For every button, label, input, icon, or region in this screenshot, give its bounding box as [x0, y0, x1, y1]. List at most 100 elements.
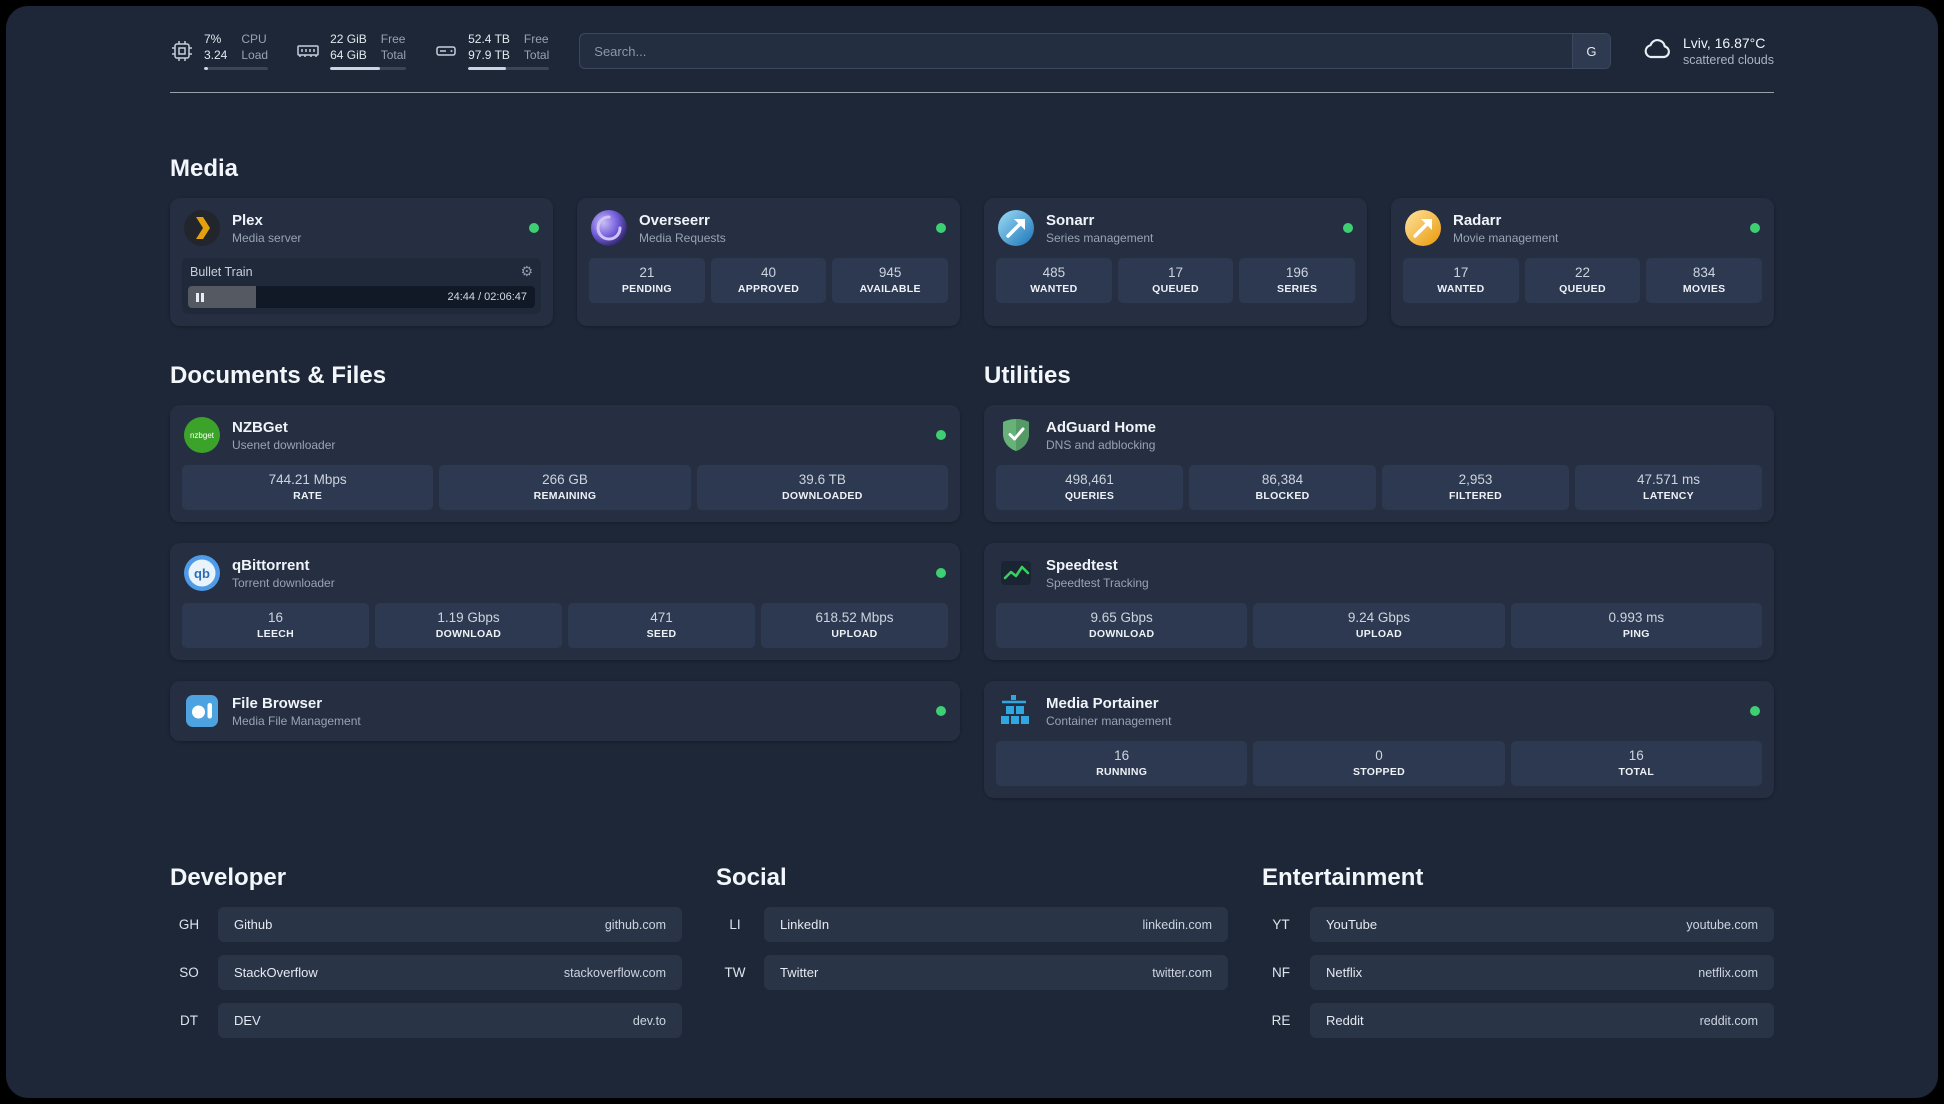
stat-tile: 945 AVAILABLE	[832, 258, 949, 303]
service-title: qBittorrent	[232, 556, 310, 574]
stat-tile: 9.65 Gbps DOWNLOAD	[996, 603, 1248, 648]
service-card-adguard[interactable]: AdGuard Home DNS and adblocking 498,461 …	[984, 405, 1774, 522]
ram-total-label: Total	[380, 48, 407, 62]
cpu-monitor: 7% CPU 3.24 Load	[170, 32, 269, 70]
disk-free: 52.4 TB	[468, 32, 510, 46]
search-engine-button[interactable]: G	[1571, 34, 1610, 68]
status-dot	[936, 223, 946, 233]
service-subtitle: Torrent downloader	[232, 575, 335, 590]
stat-tile: 16 LEECH	[182, 603, 369, 648]
bookmark-domain: twitter.com	[1152, 965, 1212, 980]
bookmark-twitter[interactable]: TW Twitter twitter.com	[716, 955, 1228, 990]
system-monitors: 7% CPU 3.24 Load 22 GiB Free 64 GiB Tota…	[170, 32, 550, 70]
bookmark-domain: stackoverflow.com	[563, 965, 666, 980]
bookmark-domain: dev.to	[632, 1013, 666, 1028]
section-title-utilities: Utilities	[984, 362, 1071, 389]
stat-tile: 21 PENDING	[589, 258, 705, 303]
service-title: Media Portainer	[1046, 694, 1159, 712]
pause-icon[interactable]	[196, 292, 204, 302]
disk-monitor: 52.4 TB Free 97.9 TB Total	[434, 32, 550, 70]
bookmark-netflix[interactable]: NF Netflix netflix.com	[1262, 955, 1774, 990]
bookmark-github[interactable]: GH Github github.com	[170, 907, 682, 942]
bookmark-domain: netflix.com	[1698, 965, 1758, 980]
stat-tile: 86,384 BLOCKED	[1189, 465, 1376, 510]
service-card-overseerr[interactable]: Overseerr Media Requests 21 PENDING 40 A…	[577, 198, 960, 326]
stat-tile: 498,461 QUERIES	[996, 465, 1183, 510]
bookmark-linkedin[interactable]: LI LinkedIn linkedin.com	[716, 907, 1228, 942]
now-playing-track: Bullet Train	[190, 264, 253, 279]
service-title: Sonarr	[1046, 211, 1095, 229]
bookmark-name: Netflix	[1326, 965, 1363, 980]
nzbget-icon: nzbget	[184, 417, 220, 453]
service-subtitle: Usenet downloader	[232, 437, 336, 452]
ram-stats: 22 GiB Free 64 GiB Total	[330, 32, 407, 70]
section-title-developer: Developer	[170, 864, 287, 891]
section-social: Social LI LinkedIn linkedin.com TW Twitt…	[716, 864, 1228, 1038]
bookmark-stackoverflow[interactable]: SO StackOverflow stackoverflow.com	[170, 955, 682, 990]
section-title-social: Social	[716, 864, 787, 891]
stat-tile: 196 SERIES	[1239, 258, 1356, 303]
ram-icon	[296, 39, 320, 63]
cpu-percent: 7%	[204, 32, 222, 46]
bookmark-reddit[interactable]: RE Reddit reddit.com	[1262, 1003, 1774, 1038]
bookmark-youtube[interactable]: YT YouTube youtube.com	[1262, 907, 1774, 942]
bookmark-dev[interactable]: DT DEV dev.to	[170, 1003, 682, 1038]
service-card-radarr[interactable]: Radarr Movie management 17 WANTED 22 QUE…	[1391, 198, 1774, 326]
filebrowser-icon	[184, 693, 220, 729]
service-title: Plex	[232, 211, 263, 229]
radarr-icon	[1405, 210, 1441, 246]
status-dot	[1343, 223, 1353, 233]
bookmark-name: YouTube	[1326, 917, 1378, 932]
cpu-icon	[170, 39, 194, 63]
cloud-icon	[1641, 33, 1673, 70]
dashboard-page: 7% CPU 3.24 Load 22 GiB Free 64 GiB Tota…	[6, 6, 1938, 1098]
gear-icon[interactable]: ⚙	[520, 263, 533, 280]
stat-tile: 47.571 ms LATENCY	[1575, 465, 1762, 510]
stat-tile: 618.52 Mbps UPLOAD	[761, 603, 948, 648]
playback-progress-bar[interactable]: 24:44 / 02:06:47	[188, 286, 535, 308]
bookmark-abbr: RE	[1271, 1013, 1291, 1028]
ram-progress-bar	[330, 67, 407, 70]
playback-time: 24:44 / 02:06:47	[447, 291, 527, 303]
disk-total: 97.9 TB	[468, 48, 510, 62]
service-title: NZBGet	[232, 418, 288, 436]
stat-tile: 17 WANTED	[1403, 258, 1519, 303]
service-card-portainer[interactable]: Media Portainer Container management 16 …	[984, 681, 1774, 798]
bookmark-domain: github.com	[604, 917, 666, 932]
service-card-filebrowser[interactable]: File Browser Media File Management	[170, 681, 960, 741]
service-subtitle: Series management	[1046, 230, 1154, 245]
disk-progress-bar	[468, 67, 550, 70]
plex-icon	[184, 210, 220, 246]
service-title: Speedtest	[1046, 556, 1118, 574]
service-subtitle: Media server	[232, 230, 302, 245]
status-dot	[529, 223, 539, 233]
section-documents: Documents & Files nzbget NZBGet Usenet d…	[170, 362, 960, 741]
stat-tile: 16 RUNNING	[996, 741, 1248, 786]
service-card-plex[interactable]: Plex Media server Bullet Train ⚙ 24:44 /…	[170, 198, 553, 326]
section-entertainment: Entertainment YT YouTube youtube.com NF …	[1262, 864, 1774, 1038]
service-subtitle: Speedtest Tracking	[1046, 575, 1149, 590]
weather-condition: scattered clouds	[1682, 53, 1774, 67]
disk-total-label: Total	[523, 48, 550, 62]
ram-free-label: Free	[380, 32, 406, 46]
stat-tile: 17 QUEUED	[1117, 258, 1234, 303]
service-title: Overseerr	[639, 211, 710, 229]
weather-widget: Lviv, 16.87°C scattered clouds	[1641, 33, 1774, 70]
service-card-sonarr[interactable]: Sonarr Series management 485 WANTED 17 Q…	[984, 198, 1367, 326]
bookmark-abbr: NF	[1272, 965, 1290, 980]
cpu-load-label: Load	[241, 48, 269, 62]
stat-tile: 0 STOPPED	[1253, 741, 1505, 786]
service-card-nzbget[interactable]: nzbget NZBGet Usenet downloader 744.21 M…	[170, 405, 960, 522]
disk-icon	[434, 39, 458, 63]
service-card-qbittorrent[interactable]: qb qBittorrent Torrent downloader 16 LEE…	[170, 543, 960, 660]
stat-tile: 471 SEED	[568, 603, 755, 648]
service-title: File Browser	[232, 694, 323, 712]
search-input[interactable]	[579, 33, 1611, 69]
status-dot	[1750, 706, 1760, 716]
weather-location: Lviv, 16.87°C	[1682, 35, 1766, 51]
section-title-entertainment: Entertainment	[1262, 864, 1424, 891]
service-card-speedtest[interactable]: Speedtest Speedtest Tracking 9.65 Gbps D…	[984, 543, 1774, 660]
sonarr-icon	[998, 210, 1034, 246]
stat-tile: 1.19 Gbps DOWNLOAD	[375, 603, 562, 648]
disk-free-label: Free	[523, 32, 549, 46]
